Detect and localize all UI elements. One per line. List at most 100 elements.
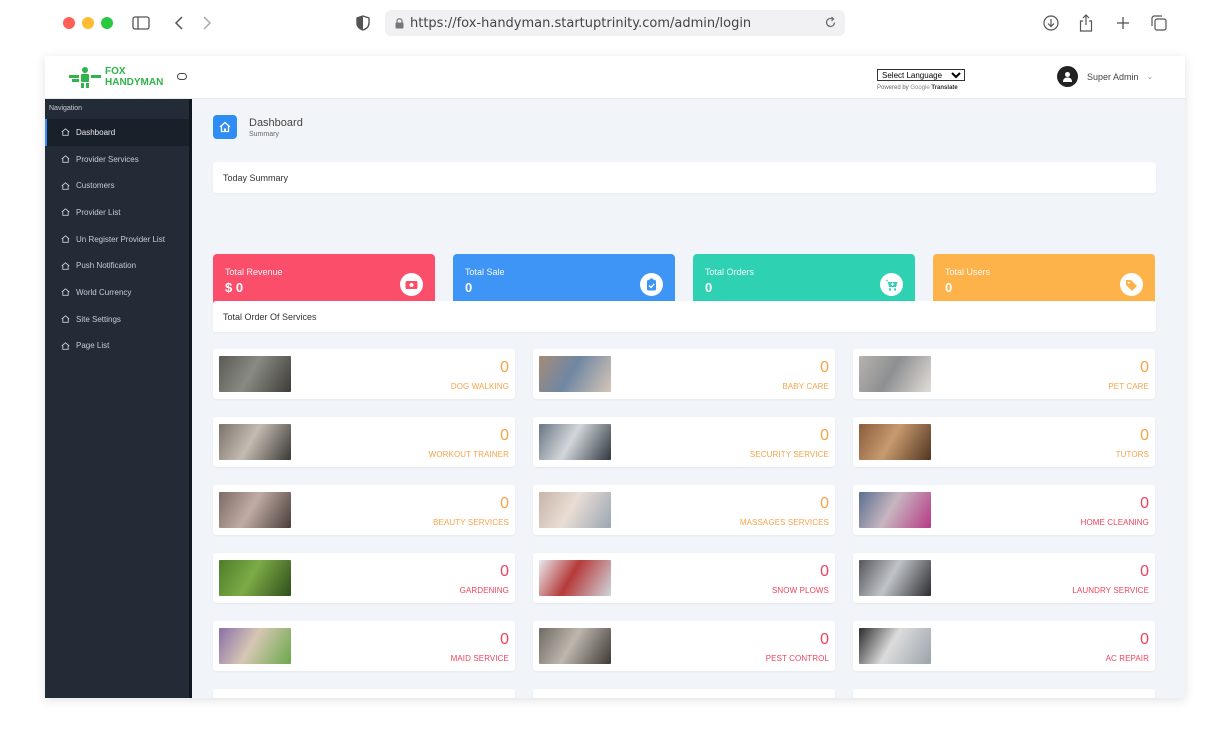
new-tab-icon[interactable] <box>1112 12 1134 34</box>
service-image <box>859 492 931 528</box>
home-icon <box>61 288 70 297</box>
service-card-snow-plows[interactable]: 0 SNOW PLOWS <box>533 553 835 603</box>
service-card-workout-trainer[interactable]: 0 WORKOUT TRAINER <box>213 417 515 467</box>
today-summary-panel: Today Summary <box>213 162 1156 193</box>
address-bar[interactable]: https://fox-handyman.startuptrinity.com/… <box>385 10 845 36</box>
sidebar-item-label: Un Register Provider List <box>76 234 165 244</box>
minimize-window-button[interactable] <box>82 17 94 29</box>
sidebar-item-label: Provider List <box>76 207 121 217</box>
back-icon[interactable] <box>168 12 190 34</box>
service-card-dog-walking[interactable]: 0 DOG WALKING <box>213 349 515 399</box>
tab-overview-icon[interactable] <box>1148 12 1170 34</box>
service-card-pest-control[interactable]: 0 PEST CONTROL <box>533 621 835 671</box>
language-select[interactable]: Select Language <box>877 69 965 81</box>
service-name: MASSAGES SERVICES <box>739 518 829 527</box>
translate-link[interactable]: Translate <box>931 85 957 91</box>
privacy-shield-icon[interactable] <box>352 12 374 34</box>
service-card-pet-care[interactable]: 0 PET CARE <box>853 349 1155 399</box>
download-icon[interactable] <box>1040 12 1062 34</box>
home-icon <box>61 155 70 163</box>
today-summary-title: Today Summary <box>223 172 289 183</box>
service-card-partial[interactable] <box>213 689 515 698</box>
user-icon <box>1063 72 1072 82</box>
sidebar-toggle-icon[interactable] <box>130 12 152 34</box>
service-card-tutors[interactable]: 0 TUTORS <box>853 417 1155 467</box>
service-name: WORKOUT TRAINER <box>428 450 509 459</box>
service-card-beauty-services[interactable]: 0 BEAUTY SERVICES <box>213 485 515 535</box>
service-image <box>859 424 931 460</box>
sidebar-item-label: Customers <box>76 181 115 191</box>
service-image <box>539 424 611 460</box>
user-menu[interactable]: Super Admin ⌄ <box>1057 66 1153 87</box>
fox-handyman-logo[interactable]: FOX HANDYMAN <box>69 66 163 88</box>
home-icon <box>61 315 70 323</box>
powered-by-google: Powered by Google Translate <box>877 85 965 91</box>
home-icon <box>61 342 70 350</box>
service-name: BEAUTY SERVICES <box>433 518 509 527</box>
service-count: 0 <box>500 427 509 444</box>
service-name: PET CARE <box>1108 382 1149 391</box>
money-icon <box>400 273 423 296</box>
forward-icon[interactable] <box>196 12 218 34</box>
clipboard-check-icon <box>640 273 663 296</box>
total-order-services-panel: Total Order Of Services <box>213 301 1156 332</box>
service-card-massages-services[interactable]: 0 MASSAGES SERVICES <box>533 485 835 535</box>
stat-label: Total Sale <box>465 267 505 277</box>
service-name: LAUNDRY SERVICE <box>1072 586 1149 595</box>
home-icon <box>61 128 70 137</box>
chevron-down-icon: ⌄ <box>1146 72 1154 81</box>
service-name: AC REPAIR <box>1105 654 1149 663</box>
sidebar-item-provider-services[interactable]: Provider Services <box>45 146 192 173</box>
sidebar-item-dashboard[interactable]: Dashboard <box>45 119 192 146</box>
home-icon <box>61 235 70 243</box>
service-count: 0 <box>1140 359 1149 376</box>
service-image <box>539 356 611 392</box>
cart-icon <box>880 273 903 296</box>
stat-value: $ 0 <box>225 280 244 295</box>
service-card-partial[interactable] <box>533 689 835 698</box>
menu-toggle-icon[interactable] <box>177 73 187 80</box>
url-text: https://fox-handyman.startuptrinity.com/… <box>410 15 752 31</box>
user-name: Super Admin <box>1087 71 1139 82</box>
sidebar: Navigation Dashboard Provider Services Cus… <box>45 99 192 698</box>
sidebar-item-page-list[interactable]: Page List <box>45 333 192 360</box>
page-subtitle: Summary <box>249 130 279 138</box>
service-card-security-service[interactable]: 0 SECURITY SERVICE <box>533 417 835 467</box>
service-card-partial[interactable] <box>853 689 1155 698</box>
reload-icon[interactable] <box>824 16 837 29</box>
service-card-baby-care[interactable]: 0 BABY CARE <box>533 349 835 399</box>
service-card-laundry-service[interactable]: 0 LAUNDRY SERVICE <box>853 553 1155 603</box>
service-count: 0 <box>500 631 509 648</box>
app-window: FOX HANDYMAN Select Language Powered by … <box>45 56 1185 698</box>
sidebar-item-label: Push Notification <box>76 261 137 271</box>
service-image <box>859 356 931 392</box>
service-count: 0 <box>820 495 829 512</box>
service-name: HOME CLEANING <box>1080 518 1149 527</box>
sidebar-item-customers[interactable]: Customers <box>45 172 192 199</box>
service-name: SNOW PLOWS <box>771 586 829 595</box>
service-card-home-cleaning[interactable]: 0 HOME CLEANING <box>853 485 1155 535</box>
service-name: SECURITY SERVICE <box>749 450 829 459</box>
sidebar-item-un-register-provider-list[interactable]: Un Register Provider List <box>45 226 192 253</box>
service-card-maid-service[interactable]: 0 MAID SERVICE <box>213 621 515 671</box>
stat-value: 0 <box>705 280 713 295</box>
share-icon[interactable] <box>1075 12 1097 34</box>
close-window-button[interactable] <box>63 17 75 29</box>
sidebar-item-label: Provider Services <box>76 154 139 164</box>
service-count: 0 <box>820 427 829 444</box>
service-name: TUTORS <box>1115 450 1149 459</box>
service-count: 0 <box>820 359 829 376</box>
sidebar-item-push-notification[interactable]: Push Notification <box>45 252 192 279</box>
google-text: Google <box>910 85 930 91</box>
service-card-gardening[interactable]: 0 GARDENING <box>213 553 515 603</box>
service-image <box>219 424 291 460</box>
service-image <box>219 560 291 596</box>
service-name: DOG WALKING <box>450 382 509 391</box>
zoom-window-button[interactable] <box>101 17 113 29</box>
sidebar-item-site-settings[interactable]: Site Settings <box>45 306 192 333</box>
total-order-services-title: Total Order Of Services <box>223 311 317 322</box>
service-card-ac-repair[interactable]: 0 AC REPAIR <box>853 621 1155 671</box>
service-count: 0 <box>500 563 509 580</box>
sidebar-item-world-currency[interactable]: World Currency <box>45 279 192 306</box>
sidebar-item-provider-list[interactable]: Provider List <box>45 199 192 226</box>
